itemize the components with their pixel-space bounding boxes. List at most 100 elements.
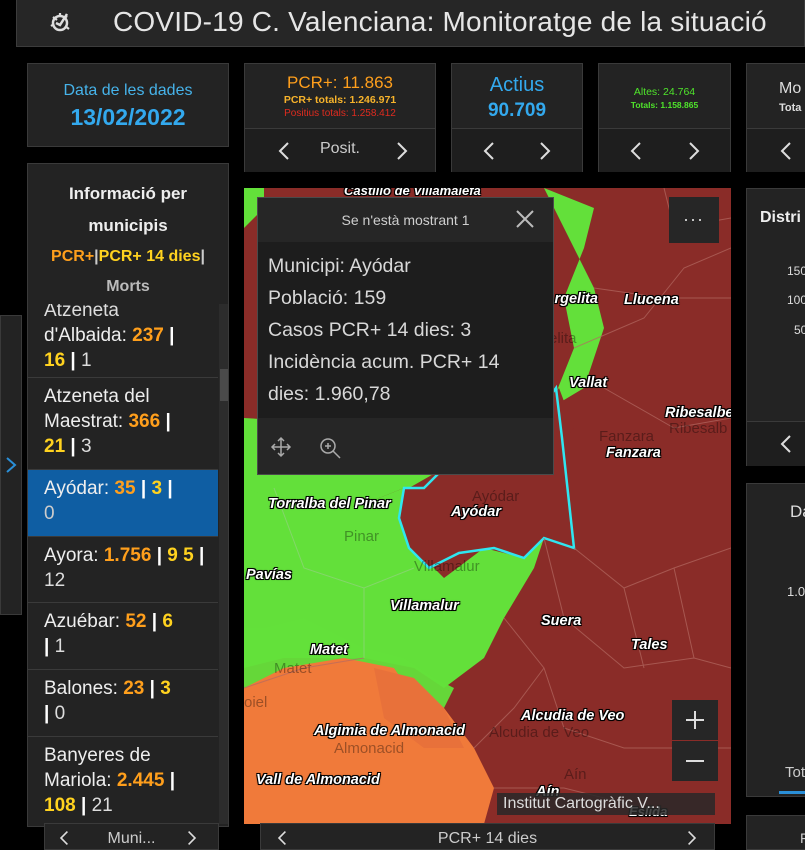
distribution-title: Distri [760,209,801,226]
chevron-left-icon[interactable] [777,141,797,161]
separator: | [80,795,87,816]
map-nav-label: PCR+ 14 dies [437,830,538,847]
altes-card: Altes: 24.764 Totals: 1.158.865 [598,63,731,172]
ghost-label: Aín [564,766,587,783]
list-item-selected[interactable]: Ayódar: 35 | 3 | 0 [28,470,218,537]
separator: | [165,411,171,432]
list-title: Informació per municipis [68,184,188,235]
item-pcr: 2.445 [116,770,165,791]
actius-card: Actius 90.709 [451,63,583,172]
popup-incidencia: Incidència acum. PCR+ 14 [268,351,500,373]
list-scroll-thumb[interactable] [220,369,228,401]
chevron-right-icon[interactable] [683,141,703,161]
map-place-label: Alcudia de Veo [521,708,625,724]
pan-icon[interactable] [270,436,292,458]
app-header: COVID-19 C. Valenciana: Monitoratge de l… [16,0,805,47]
list-item[interactable]: Atzeneta d'Albaida: 237 | 16 | 1 [28,304,218,378]
map-place-label: Vall de Almonacid [256,772,380,788]
popup-municipi: Municipi: Ayódar [268,255,411,277]
y-tick-label: 50 [794,323,805,337]
ghost-label: Almonacid [334,740,405,757]
item-morts: 1 [54,636,66,657]
caret-right-icon [6,457,17,473]
item-pcr: 35 [114,478,136,499]
panel-label: F [800,830,805,846]
distribution-nav [747,421,805,466]
daily-title: Da [790,502,805,521]
map-attribution[interactable]: Institut Cartogràfic V... [497,793,715,815]
altes-value: Altes: 24.764 [633,86,696,98]
chevron-left-icon[interactable] [480,141,500,161]
item-morts: 0 [44,503,55,524]
chevron-left-icon[interactable] [777,434,797,454]
separator: | [169,770,176,791]
map-place-label: Tales [631,637,668,653]
more-options-button[interactable]: ... [669,197,719,243]
tab-total[interactable]: Tot [785,764,805,781]
separator: | [156,545,163,566]
altes-total: Totals: 1.158.865 [630,100,699,110]
list-header: Informació per municipis PCR+ |PCR+ 14 di… [28,164,228,304]
close-icon[interactable] [514,208,536,230]
daily-panel: Da 1.0 Tot [746,483,805,797]
distribution-panel: Distri 150 100 50 [746,188,805,466]
item-pcr14: 9 5 [167,545,194,566]
list-item[interactable]: Balones: 23 | 3 | 0 [28,670,218,737]
date-value: 13/02/2022 [70,104,186,130]
separator: | [44,703,50,724]
item-pcr14: 3 [160,678,171,699]
more-icon: ... [683,205,705,225]
item-pcr: 23 [123,678,145,699]
pcr-total: PCR+ totals: 1.246.971 [283,94,397,106]
sidebar-toggle[interactable] [0,315,22,615]
y-tick-label: 1.0 [787,584,805,599]
chevron-right-icon[interactable] [683,830,699,846]
ghost-label: Villamalur [414,558,480,575]
map-place-label: Ribesalbes [665,405,731,421]
feature-popup: Se n'està mostrant 1 Municipi: Ayódar Po… [257,197,554,475]
page-title: COVID-19 C. Valenciana: Monitoratge de l… [113,6,767,37]
item-morts: 1 [81,350,92,371]
separator: | [44,636,50,657]
separator: | [169,325,175,346]
chevron-right-icon[interactable] [391,141,411,161]
item-name: Azuébar: [44,611,121,632]
separator: | [70,436,76,457]
positius-total: Positius totals: 1.258.412 [284,108,396,119]
list-item[interactable]: Azuébar: 52 | 6 | 1 [28,603,218,670]
list-item[interactable]: Banyeres de Mariola: 2.445 | 108 | 21 [28,737,218,826]
item-pcr: 237 [132,325,164,346]
item-morts: 3 [81,436,92,457]
map-place-label: Algimia de Almonacid [314,723,465,739]
date-card: Data de les dades 13/02/2022 [27,63,229,147]
minus-icon [686,760,704,762]
map-place-label: Matet [310,642,348,658]
list-nav: Muni... [44,823,219,850]
actius-value: 90.709 [487,100,547,121]
ghost-label: Matet [274,660,312,677]
item-pcr14: 6 [162,611,173,632]
item-morts: 12 [44,570,66,591]
list-legend: PCR+|PCR+ 14 dies| Morts [28,242,228,302]
chevron-right-icon[interactable] [534,141,554,161]
popup-body: Municipi: Ayódar Població: 159 Casos PCR… [258,242,553,418]
zoom-out-button[interactable] [672,741,718,781]
ghost-label: Fanzara [599,428,655,445]
map-place-label: Llucena [624,292,679,308]
zoom-in-button[interactable] [672,700,718,740]
list-item[interactable]: Atzeneta del Maestrat: 366 | 21 | 3 [28,378,218,470]
actius-card-nav [452,128,582,172]
ghost-label: Pinar [344,528,380,545]
separator: | [70,350,76,371]
legend-sep: | [200,248,205,265]
separator: | [149,678,155,699]
morts-total: Tota [779,102,802,114]
list-item[interactable]: Ayora: 1.756 | 9 5 | 12 [28,537,218,603]
map-place-label: Fanzara [606,445,661,461]
municipality-list-panel: Informació per municipis PCR+|PCR+ 14 di… [27,163,229,827]
zoom-to-icon[interactable] [318,436,342,460]
chevron-left-icon[interactable] [627,141,647,161]
chevron-right-icon[interactable] [183,830,199,846]
date-label: Data de les dades [63,82,193,99]
popup-poblacio: Població: 159 [268,287,387,309]
